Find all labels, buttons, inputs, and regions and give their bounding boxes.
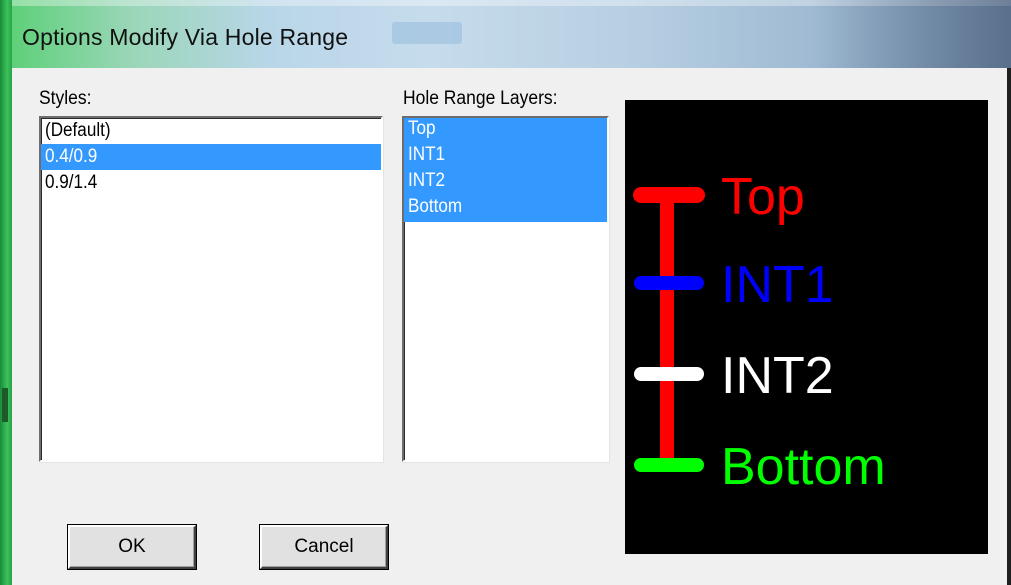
layer-list-item[interactable]: Bottom <box>404 196 607 222</box>
dialog-titlebar[interactable]: Options Modify Via Hole Range <box>12 0 1011 68</box>
layer-label-int1: INT1 <box>721 256 834 314</box>
styles-list-item[interactable]: 0.9/1.4 <box>41 170 381 196</box>
background-window-edge <box>0 0 12 585</box>
layer-list-item[interactable]: INT1 <box>404 144 607 170</box>
ok-button[interactable]: OK <box>68 525 196 569</box>
dialog-title: Options Modify Via Hole Range <box>22 24 349 50</box>
layer-label-int2: INT2 <box>721 347 834 405</box>
hole-range-layers-listbox[interactable]: Top INT1 INT2 Bottom <box>402 116 609 462</box>
layer-list-item[interactable]: Top <box>404 118 607 144</box>
cancel-button[interactable]: Cancel <box>260 525 388 569</box>
hole-range-layers-label: Hole Range Layers: <box>403 88 558 109</box>
background-window-notch <box>2 388 8 422</box>
dialog-body: Styles: (Default) 0.4/0.9 0.9/1.4 Hole R… <box>12 68 1007 585</box>
via-preview: Top INT1 INT2 Bottom <box>625 100 988 554</box>
layer-label-top: Top <box>721 168 805 226</box>
layer-list-item[interactable]: INT2 <box>404 170 607 196</box>
styles-list-item[interactable]: (Default) <box>41 118 381 144</box>
styles-list-item[interactable]: 0.4/0.9 <box>41 144 381 170</box>
styles-listbox[interactable]: (Default) 0.4/0.9 0.9/1.4 <box>39 116 383 462</box>
layer-label-bottom: Bottom <box>721 438 886 496</box>
styles-label: Styles: <box>39 88 92 109</box>
